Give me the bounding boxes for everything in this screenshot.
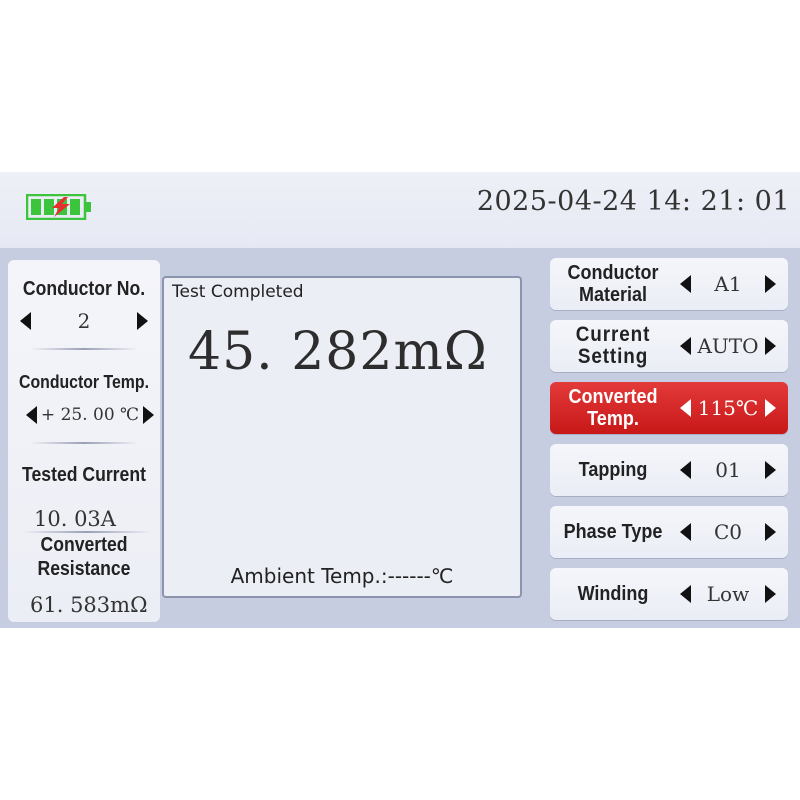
setting-label: Winding bbox=[556, 568, 669, 620]
conductor-temp-value: + 25. 00 ℃ bbox=[40, 405, 140, 425]
divider bbox=[22, 531, 152, 533]
left-arrow-icon[interactable] bbox=[680, 585, 691, 603]
setting-label: Current Setting bbox=[556, 320, 669, 372]
winding-setting[interactable]: Winding Low bbox=[550, 568, 788, 620]
left-arrow-icon[interactable] bbox=[20, 312, 31, 330]
tapping-setting[interactable]: Tapping 01 bbox=[550, 444, 788, 496]
divider bbox=[30, 442, 138, 444]
setting-label-line-2: Temp. bbox=[587, 408, 639, 430]
converted-temp-setting[interactable]: Converted Temp. 115℃ bbox=[550, 382, 788, 434]
left-info-panel: Conductor No. 2 Conductor Temp. + 25. 00… bbox=[8, 260, 160, 622]
right-arrow-icon[interactable] bbox=[764, 461, 776, 479]
setting-label: Converted Temp. bbox=[556, 382, 669, 434]
setting-value: 115℃ bbox=[697, 396, 759, 420]
test-status-text: Test Completed bbox=[172, 282, 304, 302]
ambient-temp-text: Ambient Temp.:------℃ bbox=[230, 564, 454, 588]
conductor-material-setting[interactable]: Conductor Material A1 bbox=[550, 258, 788, 310]
setting-label-line-1: Converted bbox=[568, 386, 658, 408]
left-arrow-icon[interactable] bbox=[680, 461, 691, 479]
tested-current-label: Tested Current bbox=[22, 464, 146, 486]
left-arrow-icon[interactable] bbox=[680, 399, 691, 417]
setting-label: Conductor Material bbox=[556, 258, 669, 310]
setting-label-line-1: Tapping bbox=[578, 459, 648, 481]
right-arrow-icon[interactable] bbox=[765, 523, 776, 541]
right-arrow-icon[interactable] bbox=[764, 275, 776, 293]
setting-value: Low bbox=[706, 582, 750, 606]
setting-value: AUTO bbox=[697, 334, 759, 358]
setting-label-line-1: Conductor bbox=[567, 262, 659, 284]
resistance-reading: 45. 282mΩ bbox=[188, 322, 488, 382]
converted-resistance-label-2: Resistance bbox=[37, 558, 131, 580]
converted-resistance-value: 61. 583mΩ bbox=[30, 593, 148, 617]
conductor-no-selector[interactable]: 2 bbox=[8, 308, 160, 334]
status-bar: 2025-04-24 14: 21: 01 bbox=[0, 172, 800, 248]
left-arrow-icon[interactable] bbox=[26, 406, 37, 424]
right-arrow-icon[interactable] bbox=[764, 399, 776, 417]
right-arrow-icon[interactable] bbox=[142, 406, 154, 424]
conductor-no-value: 2 bbox=[77, 309, 91, 333]
setting-label: Phase Type bbox=[556, 506, 669, 558]
setting-label-line-2: Material bbox=[578, 284, 648, 306]
setting-selector[interactable]: C0 bbox=[674, 506, 782, 558]
current-setting[interactable]: Current Setting AUTO bbox=[550, 320, 788, 372]
setting-label-line-1: Winding bbox=[577, 583, 649, 605]
setting-label: Tapping bbox=[556, 444, 669, 496]
tested-current-value: 10. 03A bbox=[34, 507, 116, 531]
battery-charging-icon bbox=[26, 194, 91, 220]
right-arrow-icon[interactable] bbox=[764, 585, 776, 603]
conductor-temp-label: Conductor Temp. bbox=[19, 372, 149, 392]
setting-selector[interactable]: A1 bbox=[674, 258, 782, 310]
phase-type-setting[interactable]: Phase Type C0 bbox=[550, 506, 788, 558]
setting-selector[interactable]: AUTO bbox=[674, 320, 782, 372]
right-arrow-icon[interactable] bbox=[136, 312, 148, 330]
datetime-display: 2025-04-24 14: 21: 01 bbox=[476, 186, 790, 217]
main-reading-panel: Test Completed 45. 282mΩ Ambient Temp.:-… bbox=[162, 276, 522, 598]
conductor-temp-selector[interactable]: + 25. 00 ℃ bbox=[8, 402, 160, 428]
conductor-no-label: Conductor No. bbox=[22, 278, 146, 300]
right-arrow-icon[interactable] bbox=[764, 337, 776, 355]
left-arrow-icon[interactable] bbox=[680, 275, 691, 293]
left-arrow-icon[interactable] bbox=[680, 523, 691, 541]
setting-value: A1 bbox=[714, 272, 742, 296]
setting-selector[interactable]: 01 bbox=[674, 444, 782, 496]
divider bbox=[30, 348, 138, 350]
converted-resistance-label-1: Converted bbox=[40, 534, 128, 556]
setting-value: C0 bbox=[713, 520, 743, 544]
setting-selector[interactable]: Low bbox=[674, 568, 782, 620]
setting-label-line-2: Setting bbox=[577, 345, 649, 368]
setting-value: 01 bbox=[715, 458, 741, 482]
setting-label-line-1: Phase Type bbox=[563, 521, 663, 543]
instrument-screen: 2025-04-24 14: 21: 01 Conductor No. 2 Co… bbox=[0, 172, 800, 628]
left-arrow-icon[interactable] bbox=[680, 337, 691, 355]
setting-selector[interactable]: 115℃ bbox=[674, 382, 782, 434]
setting-label-line-1: Current bbox=[575, 323, 651, 346]
